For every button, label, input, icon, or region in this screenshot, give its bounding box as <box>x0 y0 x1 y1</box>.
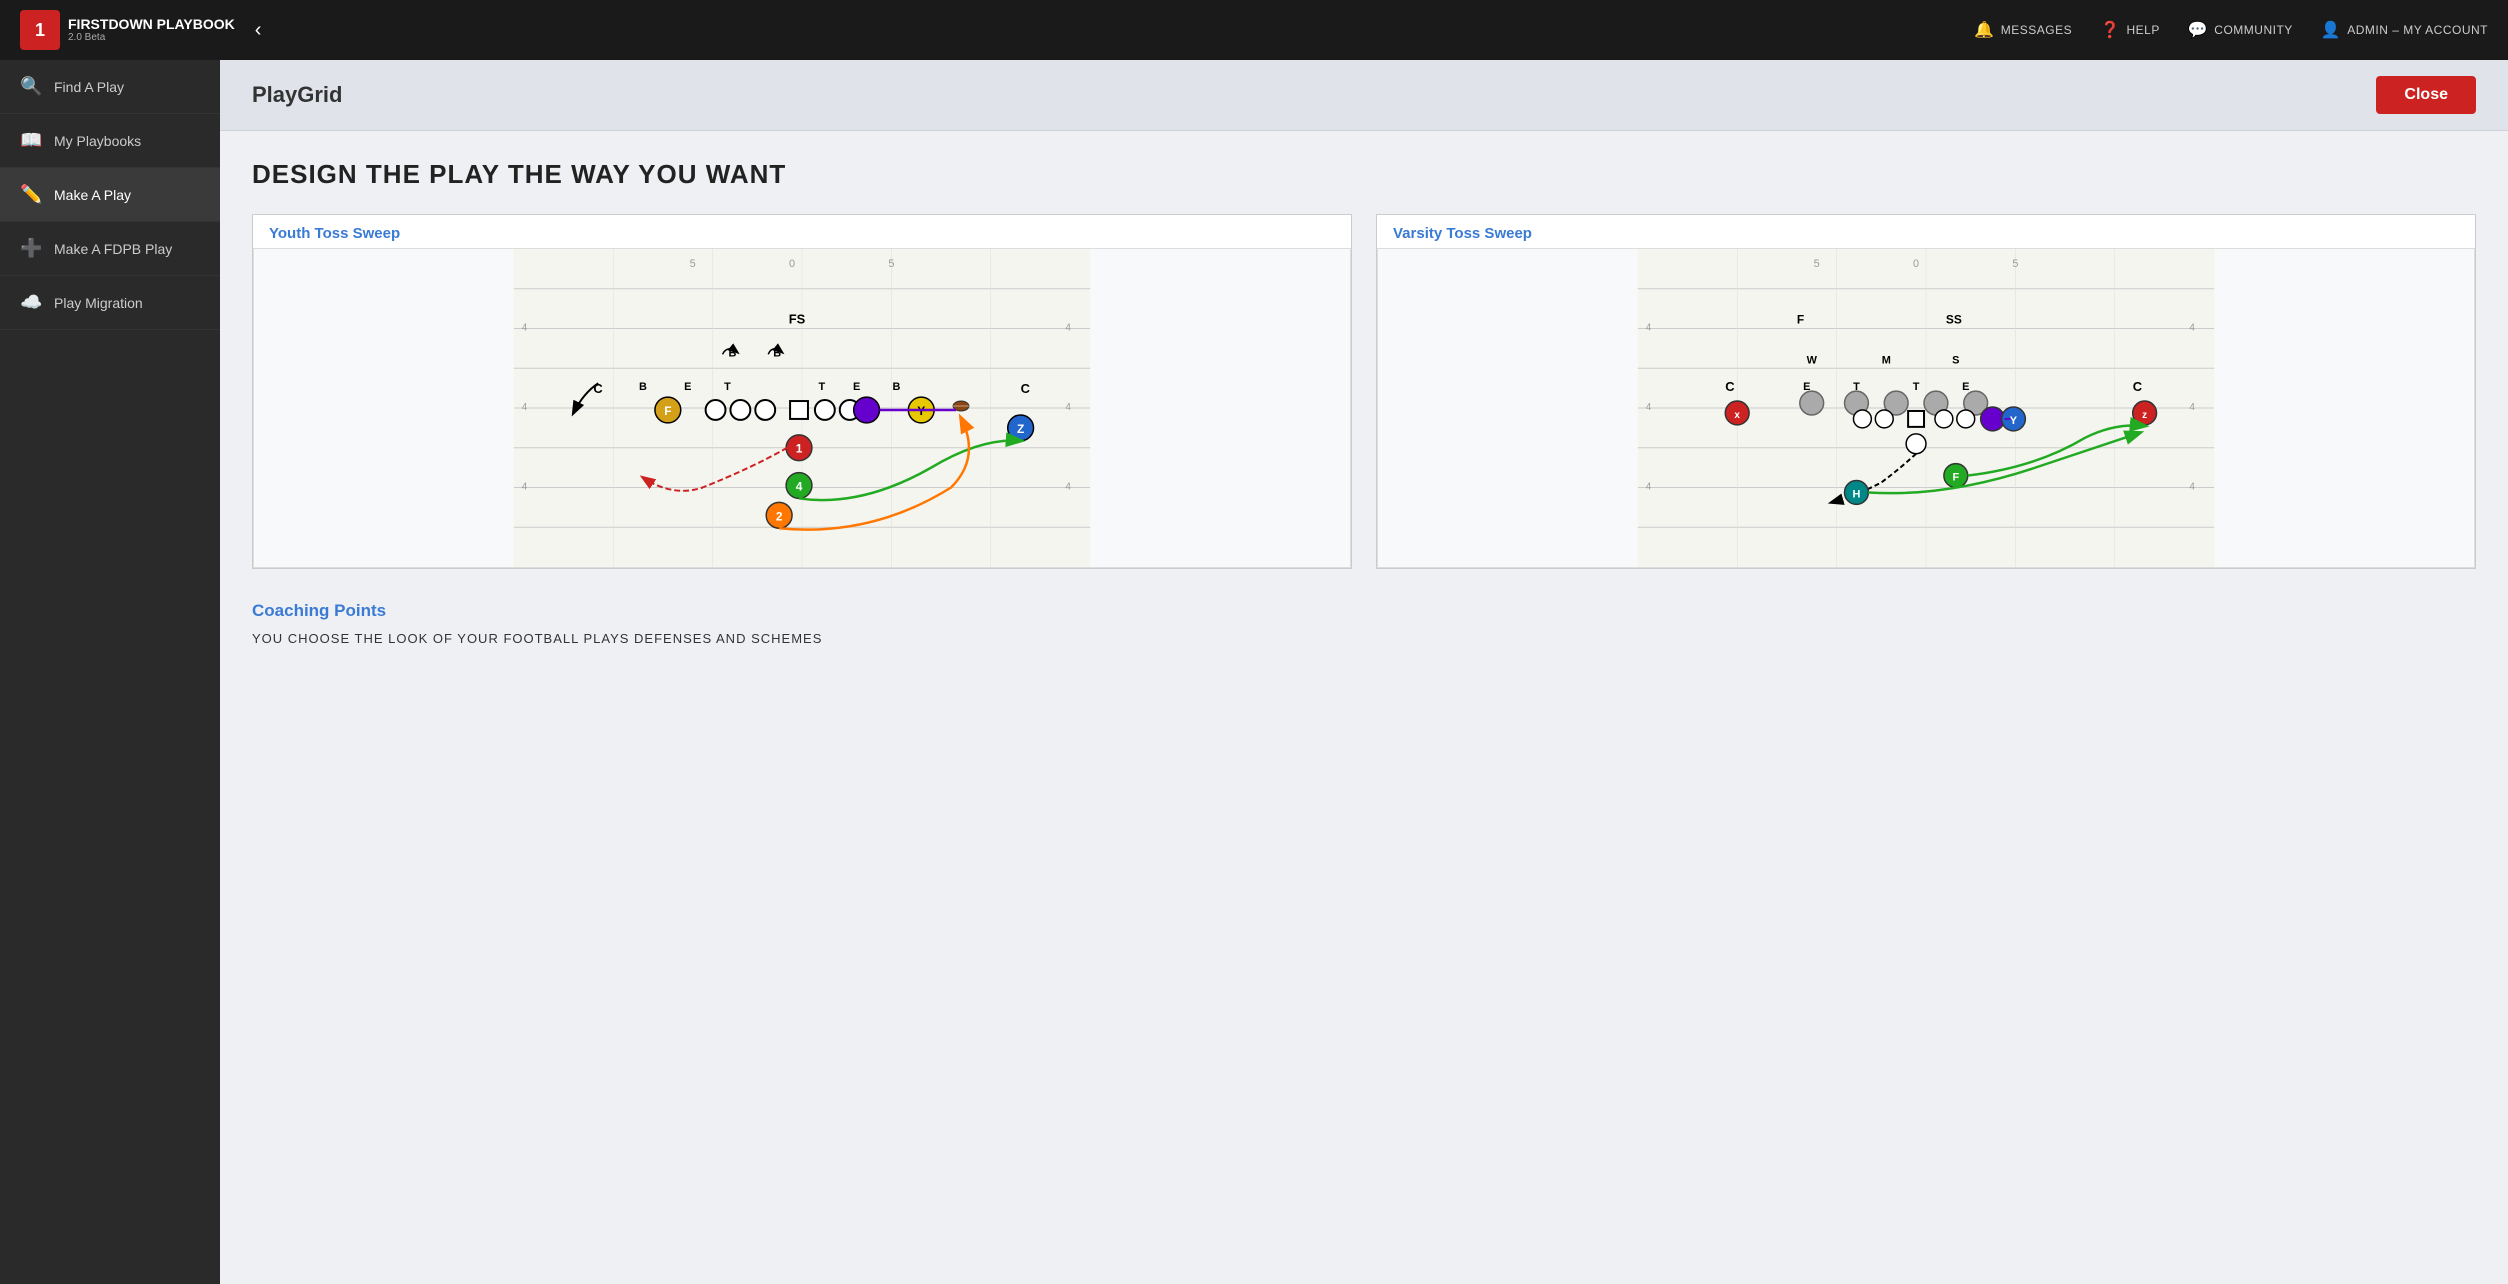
page-header: PlayGrid Close <box>220 60 2508 131</box>
svg-text:4: 4 <box>1065 481 1071 492</box>
varsity-toss-sweep-title: Varsity Toss Sweep <box>1377 215 2475 248</box>
page-title: PlayGrid <box>252 82 342 108</box>
svg-text:4: 4 <box>2189 402 2195 413</box>
svg-text:SS: SS <box>1946 313 1962 327</box>
svg-text:S: S <box>1952 354 1959 366</box>
svg-text:M: M <box>1882 354 1891 366</box>
svg-text:0: 0 <box>1913 258 1919 270</box>
svg-text:4: 4 <box>1646 402 1652 413</box>
svg-text:H: H <box>1852 488 1860 500</box>
svg-text:F: F <box>664 404 671 418</box>
make-fdpb-icon: ➕ <box>20 238 42 259</box>
svg-text:E: E <box>1962 381 1969 393</box>
svg-text:Y: Y <box>2010 415 2018 427</box>
svg-text:T: T <box>819 381 826 393</box>
close-button[interactable]: Close <box>2376 76 2476 114</box>
svg-text:T: T <box>724 381 731 393</box>
youth-toss-sweep-title: Youth Toss Sweep <box>253 215 1351 248</box>
make-play-icon: ✏️ <box>20 184 42 205</box>
sidebar-item-find-play[interactable]: 🔍 Find A Play <box>0 60 220 114</box>
nav-right: 🔔 MESSAGES ❓ HELP 💬 COMMUNITY 👤 ADMIN – … <box>1974 20 2488 40</box>
community-icon: 💬 <box>2188 20 2208 40</box>
svg-text:C: C <box>1021 381 1030 396</box>
nav-toggle-button[interactable]: ‹ <box>247 15 270 46</box>
svg-text:Z: Z <box>1017 422 1024 436</box>
svg-text:4: 4 <box>1646 481 1652 492</box>
sidebar-item-make-fdpb-play[interactable]: ➕ Make A FDPB Play <box>0 222 220 276</box>
play-migration-icon: ☁️ <box>20 292 42 313</box>
svg-text:FS: FS <box>789 312 806 327</box>
my-playbooks-icon: 📖 <box>20 130 42 151</box>
svg-text:4: 4 <box>2189 481 2195 492</box>
svg-text:C: C <box>2133 379 2142 394</box>
sidebar-item-play-migration[interactable]: ☁️ Play Migration <box>0 276 220 330</box>
coaching-title: Coaching Points <box>252 601 2476 621</box>
svg-text:4: 4 <box>796 479 803 493</box>
content-area: PlayGrid Close DESIGN THE PLAY THE WAY Y… <box>220 60 2508 1284</box>
youth-toss-sweep-diagram: 0 5 5 4 4 4 4 4 4 FS <box>253 248 1351 568</box>
admin-link[interactable]: 👤 ADMIN – MY ACCOUNT <box>2321 20 2488 40</box>
varsity-toss-sweep-diagram: 0 5 5 4 4 4 4 4 4 F SS <box>1377 248 2475 568</box>
community-link[interactable]: 💬 COMMUNITY <box>2188 20 2293 40</box>
top-nav: 1 FIRSTDOWN PLAYBOOK 2.0 Beta ‹ 🔔 MESSAG… <box>0 0 2508 60</box>
svg-text:E: E <box>853 381 860 393</box>
svg-text:F: F <box>1797 313 1804 327</box>
messages-icon: 🔔 <box>1974 20 1994 40</box>
plays-grid: Youth Toss Sweep <box>252 214 2476 569</box>
svg-text:T: T <box>1913 381 1920 393</box>
logo: 1 FIRSTDOWN PLAYBOOK 2.0 Beta <box>20 10 235 50</box>
svg-text:5: 5 <box>1814 258 1820 270</box>
svg-text:1: 1 <box>796 442 803 456</box>
svg-text:4: 4 <box>2189 322 2195 333</box>
svg-text:4: 4 <box>522 322 528 333</box>
svg-text:B: B <box>892 381 900 393</box>
svg-text:C: C <box>1725 379 1734 394</box>
svg-text:5: 5 <box>690 258 696 270</box>
svg-text:5: 5 <box>2012 258 2018 270</box>
svg-text:W: W <box>1807 354 1818 366</box>
logo-icon: 1 <box>20 10 60 50</box>
coaching-text: YOU CHOOSE THE LOOK OF YOUR FOOTBALL PLA… <box>252 629 2476 650</box>
messages-link[interactable]: 🔔 MESSAGES <box>1974 20 2072 40</box>
svg-text:4: 4 <box>522 481 528 492</box>
section-headline: DESIGN THE PLAY THE WAY YOU WANT <box>252 159 2476 190</box>
svg-text:0: 0 <box>789 258 795 270</box>
find-play-icon: 🔍 <box>20 76 42 97</box>
svg-text:4: 4 <box>1065 322 1071 333</box>
svg-text:x: x <box>1734 410 1740 421</box>
help-link[interactable]: ❓ HELP <box>2100 20 2160 40</box>
logo-text: FIRSTDOWN PLAYBOOK 2.0 Beta <box>68 16 235 45</box>
svg-text:4: 4 <box>522 402 528 413</box>
coaching-section: Coaching Points YOU CHOOSE THE LOOK OF Y… <box>252 601 2476 650</box>
varsity-toss-sweep-card: Varsity Toss Sweep <box>1376 214 2476 569</box>
youth-toss-sweep-card: Youth Toss Sweep <box>252 214 1352 569</box>
help-icon: ❓ <box>2100 20 2120 40</box>
page-content: DESIGN THE PLAY THE WAY YOU WANT Youth T… <box>220 131 2508 678</box>
svg-text:E: E <box>684 381 691 393</box>
sidebar-item-my-playbooks[interactable]: 📖 My Playbooks <box>0 114 220 168</box>
admin-icon: 👤 <box>2321 20 2341 40</box>
svg-text:4: 4 <box>1065 402 1071 413</box>
svg-text:B: B <box>639 381 647 393</box>
svg-text:2: 2 <box>776 509 783 523</box>
sidebar: 🔍 Find A Play 📖 My Playbooks ✏️ Make A P… <box>0 60 220 1284</box>
sidebar-item-make-play[interactable]: ✏️ Make A Play <box>0 168 220 222</box>
main-layout: 🔍 Find A Play 📖 My Playbooks ✏️ Make A P… <box>0 60 2508 1284</box>
nav-left: 1 FIRSTDOWN PLAYBOOK 2.0 Beta ‹ <box>20 10 269 50</box>
svg-text:F: F <box>1952 472 1959 484</box>
svg-text:4: 4 <box>1646 322 1652 333</box>
svg-text:5: 5 <box>888 258 894 270</box>
svg-text:z: z <box>2142 410 2147 421</box>
